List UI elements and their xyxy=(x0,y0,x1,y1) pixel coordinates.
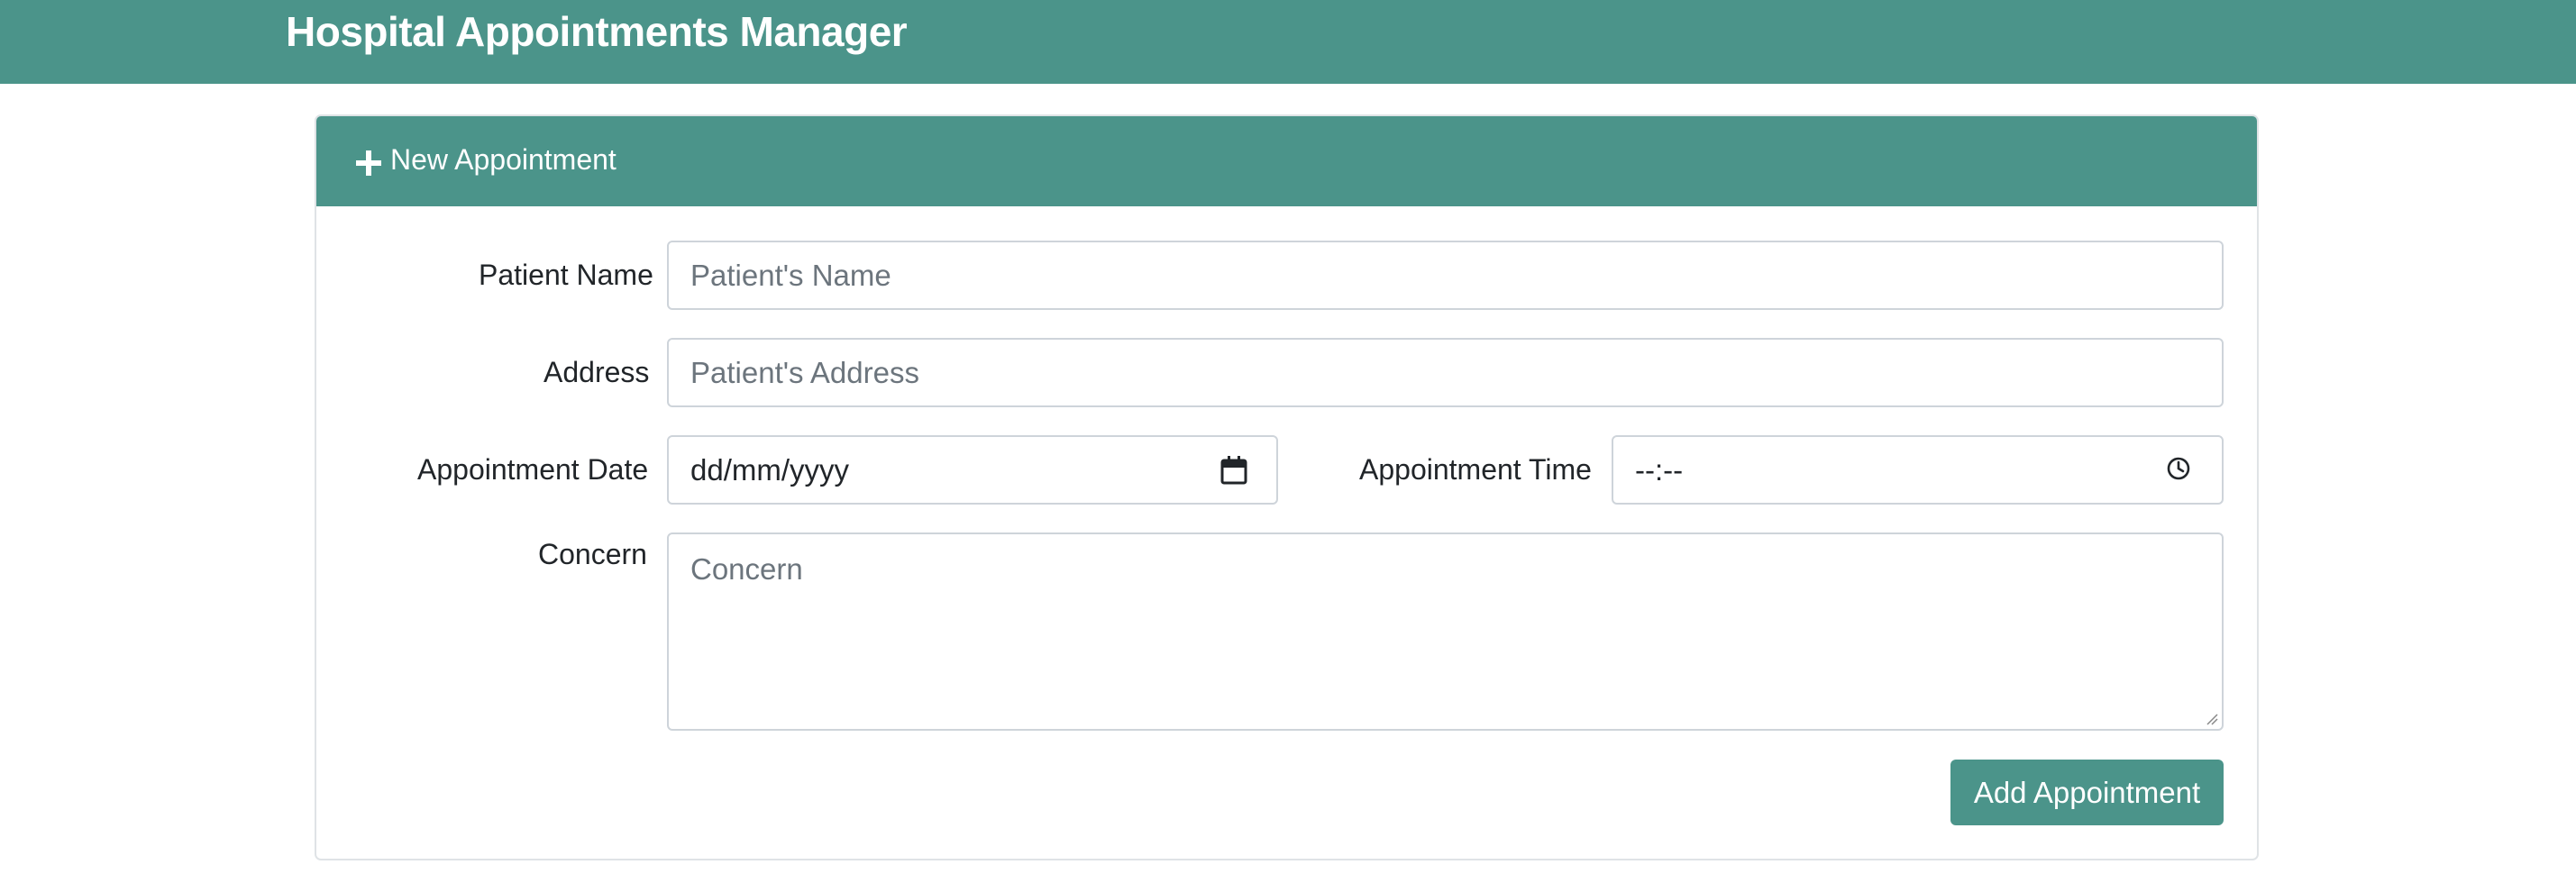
address-input[interactable]: Patient's Address xyxy=(667,338,2224,407)
clock-icon[interactable] xyxy=(2166,456,2191,481)
calendar-icon[interactable] xyxy=(1220,455,1247,486)
patient-name-label: Patient Name xyxy=(479,259,653,291)
address-placeholder: Patient's Address xyxy=(690,355,919,389)
top-navbar: Hospital Appointments Manager xyxy=(0,0,2576,84)
address-label: Address xyxy=(544,356,650,388)
concern-label: Concern xyxy=(538,538,647,570)
concern-textarea[interactable]: Concern xyxy=(667,532,2224,731)
patient-name-placeholder: Patient's Name xyxy=(690,258,891,292)
app-title: Hospital Appointments Manager xyxy=(286,8,908,55)
patient-name-input[interactable]: Patient's Name xyxy=(667,241,2224,310)
plus-icon xyxy=(356,150,381,176)
concern-placeholder: Concern xyxy=(690,552,803,586)
card-header[interactable]: New Appointment xyxy=(316,116,2257,206)
appointment-time-placeholder: --:-- xyxy=(1635,452,1684,487)
appointment-time-input[interactable]: --:-- xyxy=(1612,435,2224,505)
appointment-date-placeholder: dd/mm/yyyy xyxy=(690,452,850,487)
appointment-date-input[interactable]: dd/mm/yyyy xyxy=(667,435,1278,505)
resize-grip-icon[interactable] xyxy=(2204,711,2218,725)
add-appointment-button[interactable]: Add Appointment xyxy=(1950,760,2224,825)
card-header-title: New Appointment xyxy=(390,143,617,176)
appointment-date-label: Appointment Date xyxy=(417,453,649,486)
appointment-time-label: Appointment Time xyxy=(1359,453,1592,486)
